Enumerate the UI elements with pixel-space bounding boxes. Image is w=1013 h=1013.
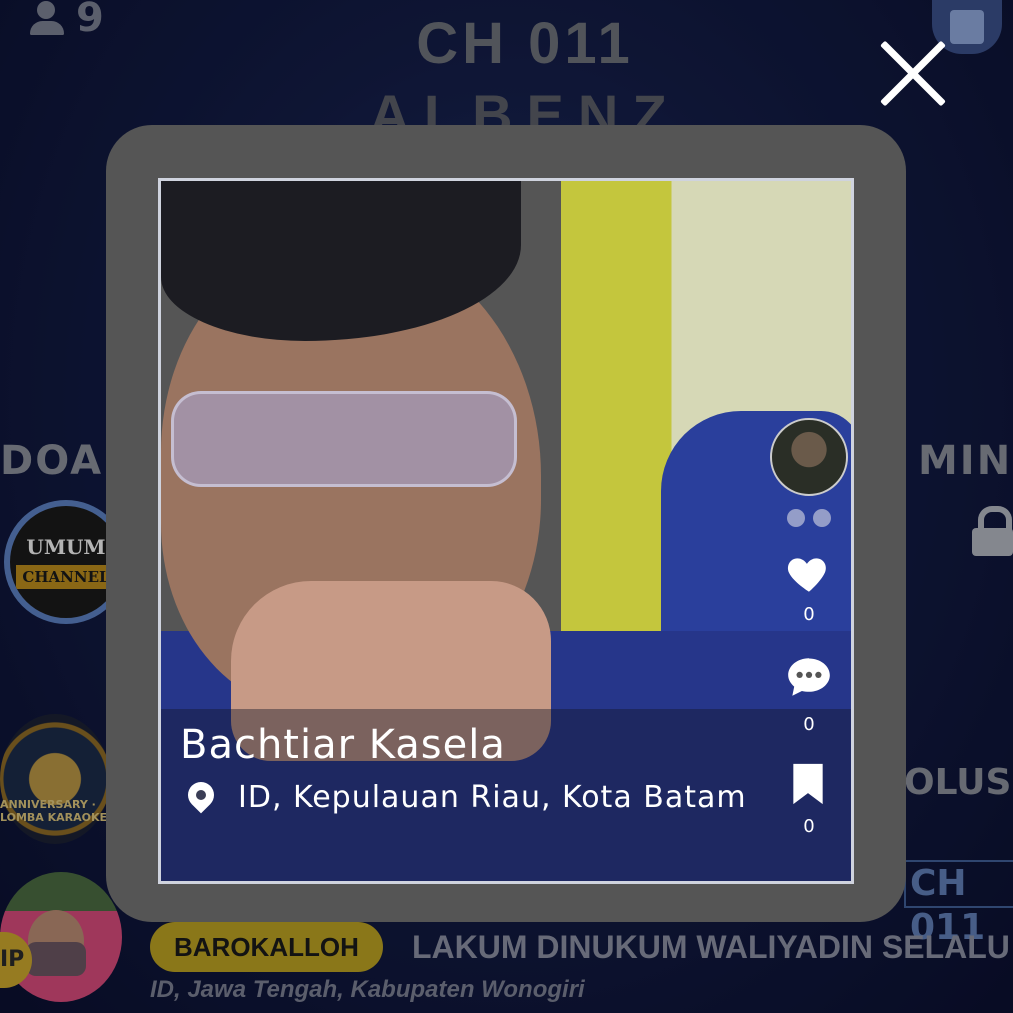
streamer-avatar[interactable] [770,418,848,496]
like-count: 0 [803,604,815,625]
comment-button[interactable] [784,652,834,702]
location-pin-icon [186,782,216,818]
more-dots [787,506,831,530]
close-button[interactable] [876,38,948,110]
streamer-name: Bachtiar Kasela [180,722,506,768]
bookmark-count: 0 [803,816,815,837]
bookmark-icon [793,763,823,805]
comment-count: 0 [803,714,815,735]
bookmark-button[interactable] [788,762,828,806]
streamer-location: ID, Kepulauan Riau, Kota Batam [238,780,747,815]
like-button[interactable] [784,548,834,598]
comment-icon [788,658,830,696]
live-video-preview[interactable] [158,178,854,884]
heart-icon [787,558,826,592]
